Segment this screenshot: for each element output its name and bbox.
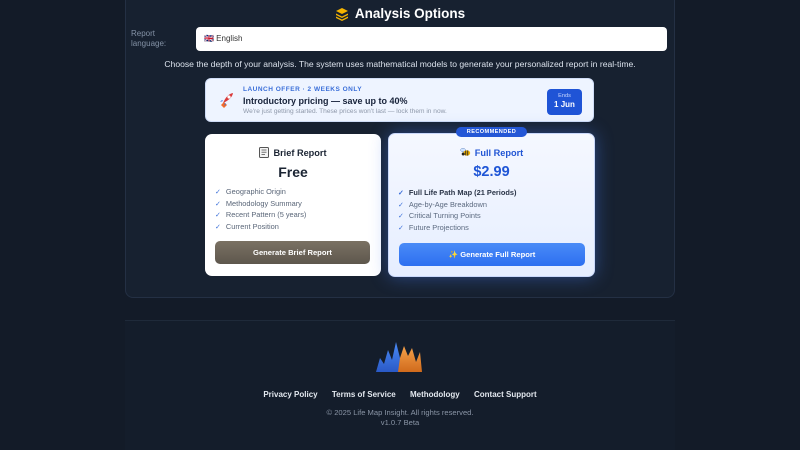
plan-name-text: Full Report [474,148,524,158]
footer-links: Privacy Policy Terms of Service Methodol… [0,390,800,399]
offer-tag: LAUNCH OFFER · 2 WEEKS ONLY [243,86,363,93]
document-icon [259,147,270,160]
contact-support-link[interactable]: Contact Support [474,390,537,399]
offer-headline: Introductory pricing — save up to 40% [243,96,408,106]
full-report-card: Full Report $2.99 ✓ Full Life Path Map (2… [388,133,595,277]
offer-subtext: We're just getting started. These prices… [243,108,447,115]
layers-icon [335,7,349,24]
plan-name-text: Brief Report [273,148,327,158]
version-text: v1.0.7 Beta [380,418,420,427]
recommended-badge: RECOMMENDED [456,127,527,137]
logo-icon [374,338,424,374]
feature-item: ✓ Future Projections [398,223,469,233]
plan-price: Free [278,164,308,180]
ends-label: Ends [558,93,571,99]
copyright-text: © 2025 Life Map Insight. All rights rese… [326,408,474,417]
page-title-text: Analysis Options [354,6,466,21]
language-label: Report language: [131,29,167,48]
plan-price: $2.99 [473,164,510,180]
check-icon: ✓ [398,190,404,197]
page-title: Analysis Options [0,6,800,24]
copyright: © 2025 Life Map Insight. All rights rese… [0,408,800,428]
check-icon: ✓ [215,200,221,208]
check-icon: ✓ [215,189,221,196]
feature-item: ✓ Critical Turning Points [398,211,481,221]
feature-item: ✓ Full Life Path Map (21 Periods) [398,188,517,197]
feature-item: ✓ Methodology Summary [215,198,302,208]
brief-report-card: Brief Report Free ✓ Geographic Origin ✓ Me… [205,134,381,276]
feature-list: ✓ Geographic Origin ✓ Methodology Summary … [215,186,306,233]
ends-value: 1 Jun [554,100,575,109]
check-icon: ✓ [215,224,221,232]
methodology-link[interactable]: Methodology [410,390,460,399]
feature-item: ✓ Recent Pattern (5 years) [215,210,307,220]
language-select[interactable]: 🇬🇧 English [196,27,667,51]
bee-icon [460,147,471,160]
terms-of-service-link[interactable]: Terms of Service [332,390,396,399]
offer-ends-badge: Ends 1 Jun [547,89,582,115]
feature-item: ✓ Current Position [215,222,279,232]
check-icon: ✓ [398,225,404,233]
privacy-policy-link[interactable]: Privacy Policy [263,390,317,399]
feature-list: ✓ Full Life Path Map (21 Periods) ✓ Age-by… [398,187,516,234]
plan-name: Brief Report [205,147,381,160]
generate-brief-report-button[interactable]: Generate Brief Report [215,241,370,264]
plan-name: Full Report [389,147,594,160]
check-icon: ✓ [398,201,404,209]
launch-offer-banner: LAUNCH OFFER · 2 WEEKS ONLY Introductory… [205,78,594,122]
feature-item: ✓ Geographic Origin [215,187,286,196]
check-icon: ✓ [215,212,221,220]
intro-text: Choose the depth of your analysis. The s… [164,59,636,69]
check-icon: ✓ [398,213,404,221]
rocket-icon [217,91,235,109]
feature-item: ✓ Age-by-Age Breakdown [398,199,487,209]
generate-full-report-button[interactable]: ✨ Generate Full Report [399,243,585,266]
